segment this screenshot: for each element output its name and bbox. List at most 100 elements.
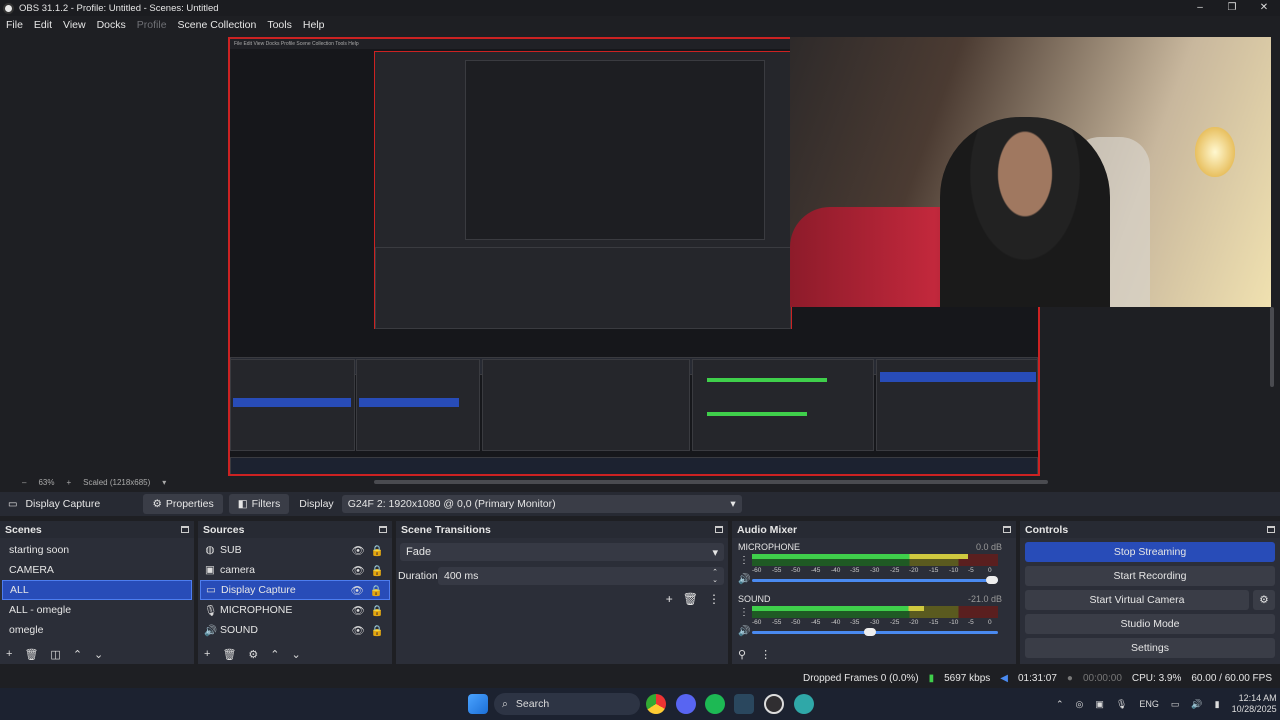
scene-item[interactable]: starting soon [2,540,192,560]
scene-item-selected[interactable]: ALL [2,580,192,600]
remove-scene-icon[interactable]: 🗑 [24,648,38,661]
display-select[interactable]: G24F 2: 1920x1080 @ 0,0 (Primary Monitor… [341,495,742,513]
volume-icon[interactable]: 🔊 [1191,699,1202,710]
undock-icon[interactable] [1003,526,1011,533]
zoom-in-icon[interactable]: + [66,478,71,487]
duration-spinbox[interactable]: 400 ms ⌃ ⌄ [438,567,724,585]
scenes-title: Scenes [5,523,42,536]
discord-icon[interactable] [676,694,696,714]
network-icon[interactable]: ▭ [1171,699,1180,710]
clock[interactable]: 12:14 AM 10/28/2025 [1232,693,1277,715]
move-up-icon[interactable]: ⌃ [73,648,82,661]
eye-icon[interactable]: 👁 [351,584,364,597]
remove-transition-icon[interactable]: 🗑 [683,592,698,606]
volume-slider[interactable] [752,579,998,582]
language-indicator[interactable]: ENG [1139,699,1159,709]
lock-icon[interactable]: 🔒 [370,584,383,597]
source-item[interactable]: ▣ camera 👁 🔒 [200,560,390,580]
settings-button[interactable]: Settings [1025,638,1275,658]
menu-edit[interactable]: Edit [34,19,52,31]
microphone-icon[interactable]: 🎙 [1116,699,1127,710]
properties-button[interactable]: ⚙ Properties [143,494,223,514]
add-scene-icon[interactable]: + [6,648,12,660]
app-icon[interactable] [794,694,814,714]
move-down-icon[interactable]: ⌄ [94,648,103,661]
lock-icon[interactable]: 🔒 [371,624,384,637]
volume-slider-handle[interactable] [986,576,998,584]
nested-transitions [482,359,690,451]
battery-icon[interactable]: ▮ [1215,699,1220,710]
source-item[interactable]: ◍ SUB 👁 🔒 [200,540,390,560]
meter-tick-label: -30 [870,619,880,626]
stream-icon: ◀ [1000,672,1008,684]
gear-icon[interactable]: ⚙ [1253,590,1275,610]
volume-slider-handle[interactable] [864,628,876,636]
spin-arrows-icon[interactable]: ⌃ ⌄ [712,568,718,584]
channel-menu-icon[interactable]: ⋮ [739,607,749,618]
start-recording-button[interactable]: Start Recording [1025,566,1275,586]
menu-file[interactable]: File [6,19,23,31]
scene-item[interactable]: ALL - omegle [2,600,192,620]
obs-taskbar-icon[interactable] [764,694,784,714]
move-up-icon[interactable]: ⌃ [270,648,279,661]
eye-icon[interactable]: 👁 [352,564,365,577]
undock-icon[interactable] [181,526,189,533]
minimize-button[interactable]: – [1184,0,1216,16]
undock-icon[interactable] [715,526,723,533]
menu-docks[interactable]: Docks [97,19,126,31]
menu-help[interactable]: Help [303,19,325,31]
zoom-out-icon[interactable]: – [22,478,26,487]
taskbar-search[interactable]: ⌕ Search [494,693,640,715]
start-virtual-camera-button[interactable]: Start Virtual Camera [1025,590,1249,610]
scale-dropdown-icon[interactable]: ▾ [162,478,166,487]
tray-icon[interactable]: ▣ [1095,699,1104,710]
studio-mode-button[interactable]: Studio Mode [1025,614,1275,634]
filters-button[interactable]: ◧ Filters [228,494,290,514]
transition-select[interactable]: Fade ▾ [400,543,724,561]
lock-icon[interactable]: 🔒 [371,604,384,617]
obs-logo-icon [3,2,14,14]
undock-icon[interactable] [379,526,387,533]
mute-speaker-icon[interactable]: 🔊 [738,574,750,585]
add-transition-icon[interactable]: + [666,592,673,606]
lock-icon[interactable]: 🔒 [371,544,384,557]
close-button[interactable]: ✕ [1248,0,1280,16]
source-properties-icon[interactable]: ⚙ [248,648,258,661]
menu-scene-collection[interactable]: Scene Collection [178,19,257,31]
start-menu-icon[interactable] [468,694,488,714]
preview-horizontal-scrollbar[interactable] [374,480,1048,484]
nested-preview-deep [465,60,765,240]
source-item[interactable]: 🔊 SOUND 👁 🔒 [200,620,390,640]
tray-icon[interactable]: ◎ [1076,699,1084,710]
lock-icon[interactable]: 🔒 [371,564,384,577]
record-time: 00:00:00 [1082,672,1122,684]
channel-menu-icon[interactable]: ⋮ [739,555,749,566]
remove-source-icon[interactable]: 🗑 [222,648,236,661]
scene-item[interactable]: omegle [2,620,192,640]
chrome-icon[interactable] [646,694,666,714]
menu-profile[interactable]: Profile [137,19,167,31]
more-options-icon[interactable]: ⋮ [760,648,771,661]
move-down-icon[interactable]: ⌄ [292,648,301,661]
menu-tools[interactable]: Tools [267,19,292,31]
add-source-icon[interactable]: + [204,648,210,660]
link-icon[interactable]: ⚲ [738,648,746,661]
stop-streaming-button[interactable]: Stop Streaming [1025,542,1275,562]
preview-vertical-scrollbar[interactable] [1270,307,1274,387]
menu-view[interactable]: View [63,19,86,31]
eye-icon[interactable]: 👁 [352,624,365,637]
undock-icon[interactable] [1267,526,1275,533]
more-options-icon[interactable]: ⋮ [708,592,720,606]
scene-filters-icon[interactable]: ◫ [50,648,60,661]
source-item[interactable]: 🎙 MICROPHONE 👁 🔒 [200,600,390,620]
channel-name: SOUND [738,594,771,604]
spotify-icon[interactable] [705,694,725,714]
chevron-up-icon[interactable]: ⌃ [1056,699,1064,710]
source-item-selected[interactable]: ▭ Display Capture 👁 🔒 [200,580,390,600]
eye-icon[interactable]: 👁 [352,544,365,557]
maximize-button[interactable]: ❐ [1216,0,1248,16]
steam-icon[interactable] [734,694,754,714]
scene-item[interactable]: CAMERA [2,560,192,580]
eye-icon[interactable]: 👁 [352,604,365,617]
mute-speaker-icon[interactable]: 🔊 [738,626,750,637]
